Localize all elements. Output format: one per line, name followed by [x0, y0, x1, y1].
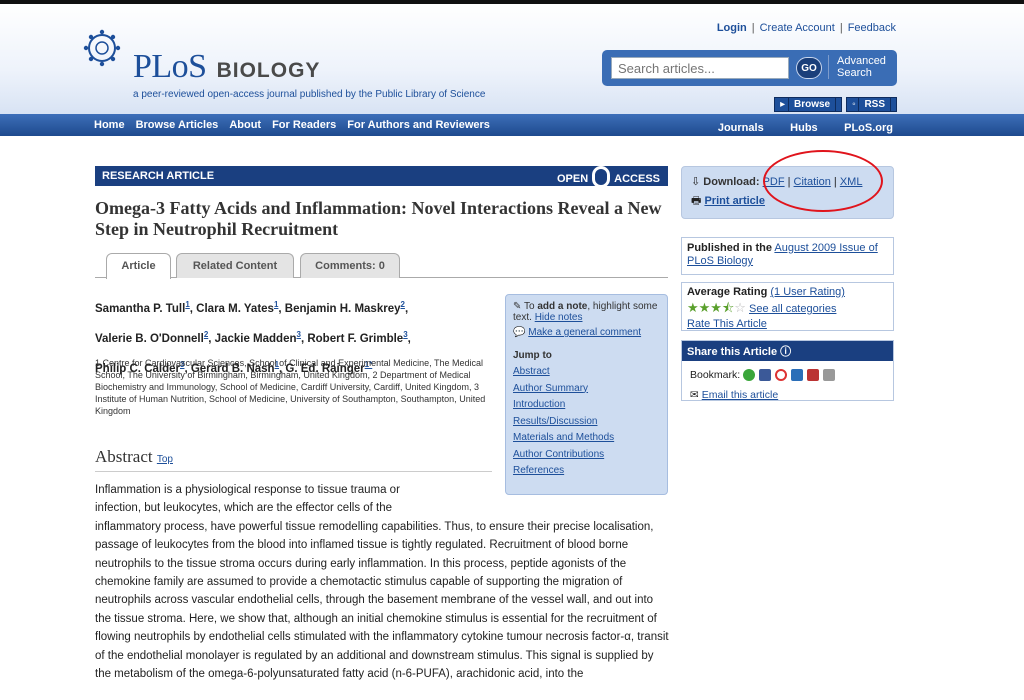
abstract-body: Inflammation is a physiological response… [95, 481, 670, 683]
jump-results-discussion[interactable]: Results/Discussion [513, 414, 660, 431]
article-type-label: RESEARCH ARTICLE [102, 170, 215, 182]
article-type-bar: RESEARCH ARTICLE OPEN ACCESS [95, 166, 668, 188]
published-in-box: Published in the August 2009 Issue of PL… [681, 237, 894, 275]
advanced-search-link[interactable]: Advanced Search [828, 55, 892, 79]
email-article-link[interactable]: Email this article [702, 389, 778, 401]
abstract-paragraph-start: Inflammation is a physiological response… [95, 484, 400, 515]
feedback-link[interactable]: Feedback [848, 22, 896, 34]
print-article-link[interactable]: Print article [704, 195, 765, 207]
user-rating-link[interactable]: (1 User Rating) [770, 286, 845, 298]
jump-abstract[interactable]: Abstract [513, 364, 660, 381]
nav-about[interactable]: About [229, 119, 261, 131]
tab-related-content[interactable]: Related Content [176, 253, 294, 278]
nav-browse-articles[interactable]: Browse Articles [136, 119, 219, 131]
main-nav: Home Browse Articles About For Readers F… [0, 114, 1024, 136]
nav-plos-org[interactable]: PLoS.org [844, 122, 893, 134]
site-header: PLoS BIOLOGY a peer-reviewed open-access… [0, 4, 1024, 114]
notes-panel: ✎ To add a note, highlight some text. Hi… [505, 294, 668, 495]
stumbleupon-icon[interactable] [743, 369, 756, 382]
jump-introduction[interactable]: Introduction [513, 397, 660, 414]
email-row: ✉ Email this article [690, 385, 885, 405]
brand-sub: BIOLOGY [216, 59, 321, 82]
pencil-icon: ✎ [513, 301, 522, 312]
rating-box: Average Rating (1 User Rating) ★★★⯪☆ See… [681, 282, 894, 331]
rss-button[interactable]: ◦ RSS [846, 97, 897, 112]
see-all-categories-link[interactable]: See all categories [749, 303, 836, 315]
brand-main: PLoS [133, 48, 207, 85]
jump-to-heading: Jump to [513, 350, 552, 361]
search-go-button[interactable]: GO [796, 57, 822, 79]
jump-to-list: Abstract Author Summary Introduction Res… [513, 364, 660, 480]
digg-icon[interactable] [774, 369, 787, 382]
bookmark-row: Bookmark: [690, 365, 885, 385]
login-link[interactable]: Login [717, 22, 747, 34]
hide-notes-link[interactable]: Hide notes [535, 312, 583, 323]
affiliations: 1 Centre for Cardiovascular Sciences, Sc… [95, 358, 486, 416]
add-note-hint: ✎ To add a note, highlight some text. Hi… [513, 301, 658, 323]
delicious-icon[interactable] [790, 369, 803, 382]
general-comment-row: 💬 Make a general comment [513, 327, 660, 338]
search-input[interactable] [611, 57, 789, 79]
download-icon: ⇩ [691, 176, 701, 188]
abstract-heading: Abstract Top [95, 447, 492, 472]
feed-buttons: ▸ Browse ◦ RSS [774, 97, 897, 112]
jump-references[interactable]: References [513, 463, 660, 480]
share-heading: Share this Article ⓘ [682, 341, 893, 361]
rate-article-link[interactable]: Rate This Article [687, 318, 767, 330]
search-box: GO Advanced Search [602, 50, 897, 86]
printer-icon: 🖶 [691, 195, 702, 207]
comment-icon: 💬 [513, 327, 526, 338]
jump-author-contributions[interactable]: Author Contributions [513, 447, 660, 464]
abstract-paragraph-rest: inflammatory process, have powerful tiss… [95, 520, 669, 681]
facebook-icon[interactable] [759, 369, 772, 382]
tab-article[interactable]: Article [106, 253, 171, 279]
nav-for-authors[interactable]: For Authors and Reviewers [347, 119, 490, 131]
create-account-link[interactable]: Create Account [760, 22, 835, 34]
article-tabs: Article Related Content Comments: 0 [95, 253, 668, 279]
jump-author-summary[interactable]: Author Summary [513, 381, 660, 398]
article-title: Omega-3 Fatty Acids and Inflammation: No… [95, 198, 662, 239]
more-share-icon[interactable] [822, 369, 835, 382]
tagline: a peer-reviewed open-access journal publ… [133, 89, 486, 100]
browse-button[interactable]: ▸ Browse [774, 97, 843, 112]
top-link[interactable]: Top [157, 454, 173, 465]
nav-hubs[interactable]: Hubs [790, 122, 818, 134]
red-annotation-circle [763, 150, 883, 212]
jump-materials-methods[interactable]: Materials and Methods [513, 430, 660, 447]
nav-right: Journals Hubs PLoS.org [696, 118, 893, 136]
plos-logo-icon [83, 29, 121, 67]
info-icon[interactable]: ⓘ [780, 346, 791, 358]
journal-brand[interactable]: PLoS BIOLOGY [133, 48, 320, 86]
general-comment-link[interactable]: Make a general comment [528, 327, 641, 338]
tab-comments[interactable]: Comments: 0 [300, 253, 400, 278]
open-access-icon [592, 166, 611, 188]
email-icon: ✉ [690, 389, 699, 401]
open-access-badge: OPEN ACCESS [557, 166, 660, 188]
reddit-icon[interactable] [806, 369, 819, 382]
nav-journals[interactable]: Journals [718, 122, 764, 134]
rating-stars: ★★★⯪☆ [687, 300, 746, 315]
nav-for-readers[interactable]: For Readers [272, 119, 336, 131]
account-links: Login | Create Account | Feedback [716, 22, 896, 34]
author-line: Samantha P. Tull1, Clara M. Yates1, Benj… [95, 300, 409, 315]
share-body: Bookmark: ✉ Email this article [682, 361, 893, 409]
nav-home[interactable]: Home [94, 119, 125, 131]
author-line: Valerie B. O'Donnell2, Jackie Madden3, R… [95, 329, 411, 345]
share-box: Share this Article ⓘ Bookmark: ✉ Email t… [681, 340, 894, 401]
